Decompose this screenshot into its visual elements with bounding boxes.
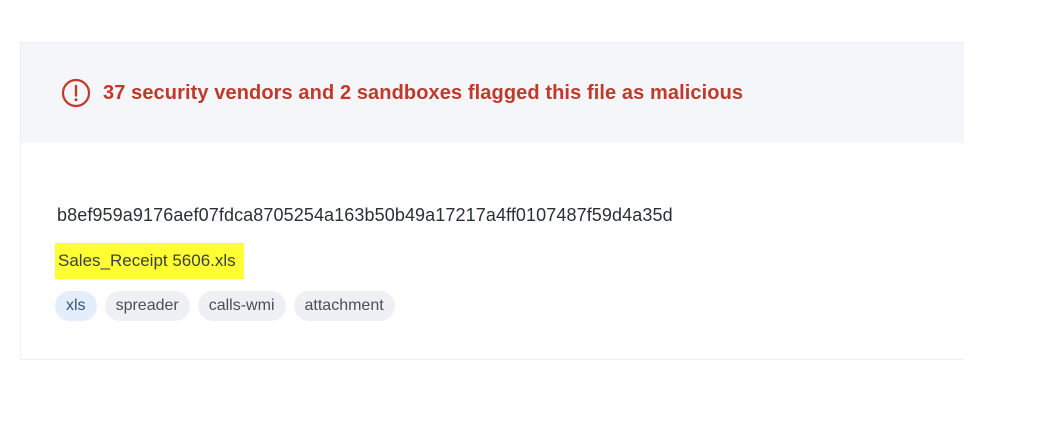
- file-name: Sales_Receipt 5606.xls: [58, 251, 236, 270]
- tag-calls-wmi[interactable]: calls-wmi: [197, 291, 286, 321]
- file-tags: xls spreader calls-wmi attachment: [55, 291, 395, 321]
- detection-summary-text: 37 security vendors and 2 sandboxes flag…: [103, 81, 744, 104]
- file-hash[interactable]: b8ef959a9176aef07fdca8705254a163b50b49a1…: [57, 205, 673, 226]
- file-name-highlight: Sales_Receipt 5606.xls: [55, 243, 244, 279]
- detection-alert-banner: 37 security vendors and 2 sandboxes flag…: [21, 43, 964, 143]
- file-detection-card: 37 security vendors and 2 sandboxes flag…: [20, 42, 964, 360]
- exclamation-circle-icon: [61, 78, 91, 108]
- tag-attachment[interactable]: attachment: [293, 291, 395, 321]
- tag-spreader[interactable]: spreader: [104, 291, 190, 321]
- tag-xls[interactable]: xls: [55, 291, 97, 321]
